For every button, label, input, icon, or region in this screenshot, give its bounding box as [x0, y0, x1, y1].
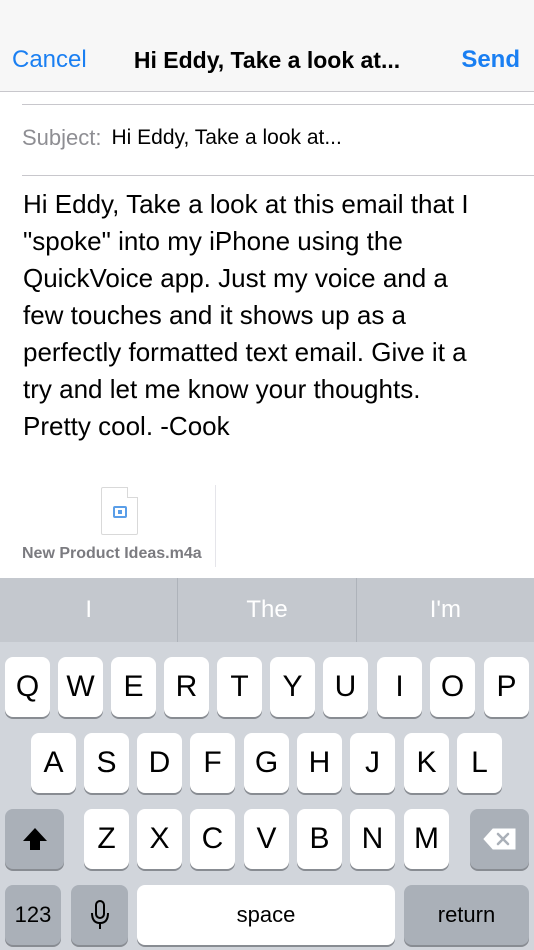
key-q[interactable]: Q [5, 657, 50, 717]
shift-arrow-icon [22, 828, 47, 850]
backspace-icon [482, 828, 515, 850]
navigation-bar: Cancel Hi Eddy, Take a look at... Send [0, 0, 534, 92]
subject-field[interactable]: Subject: Hi Eddy, Take a look at... [22, 122, 342, 154]
key-m[interactable]: M [404, 809, 449, 869]
divider [22, 175, 534, 176]
prediction-bar: I The I'm [0, 578, 534, 642]
key-d[interactable]: D [137, 733, 182, 793]
body-line: try and let me know your thoughts. [23, 374, 421, 404]
key-z[interactable]: Z [84, 809, 129, 869]
attachment[interactable]: New Product Ideas.m4a [22, 485, 216, 567]
key-c[interactable]: C [190, 809, 235, 869]
body-line: "spoke" into my iPhone using the [23, 226, 403, 256]
body-line: QuickVoice app. Just my voice and a [23, 263, 448, 293]
divider [22, 104, 534, 105]
key-u[interactable]: U [323, 657, 368, 717]
key-b[interactable]: B [297, 809, 342, 869]
keyboard: I The I'm Q W E R T Y U I O P A S D F G … [0, 578, 534, 950]
key-v[interactable]: V [244, 809, 289, 869]
key-o[interactable]: O [430, 657, 475, 717]
attachment-name: New Product Ideas.m4a [22, 545, 202, 562]
key-i[interactable]: I [377, 657, 422, 717]
key-x[interactable]: X [137, 809, 182, 869]
key-y[interactable]: Y [270, 657, 315, 717]
shift-key[interactable] [5, 809, 64, 869]
prediction-item[interactable]: I [0, 578, 179, 642]
key-g[interactable]: G [244, 733, 289, 793]
prediction-item[interactable]: The [178, 578, 357, 642]
subject-value[interactable]: Hi Eddy, Take a look at... [112, 126, 342, 150]
space-key[interactable]: space [137, 885, 395, 945]
key-r[interactable]: R [164, 657, 209, 717]
key-l[interactable]: L [457, 733, 502, 793]
key-h[interactable]: H [297, 733, 342, 793]
key-e[interactable]: E [111, 657, 156, 717]
key-s[interactable]: S [84, 733, 129, 793]
body-line: few touches and it shows up as a [23, 300, 407, 330]
dictation-key[interactable] [71, 885, 128, 945]
key-w[interactable]: W [58, 657, 103, 717]
key-k[interactable]: K [404, 733, 449, 793]
compose-title: Hi Eddy, Take a look at... [133, 47, 401, 73]
send-button[interactable]: Send [461, 45, 520, 75]
cancel-button[interactable]: Cancel [12, 45, 87, 75]
subject-label: Subject: [22, 125, 102, 150]
body-line: Pretty cool. -Cook [23, 411, 230, 441]
return-key[interactable]: return [404, 885, 529, 945]
microphone-icon [90, 900, 109, 929]
key-a[interactable]: A [31, 733, 76, 793]
key-j[interactable]: J [350, 733, 395, 793]
key-p[interactable]: P [484, 657, 529, 717]
message-body[interactable]: Hi Eddy, Take a look at this email that … [23, 186, 513, 445]
delete-key[interactable] [470, 809, 529, 869]
body-line: perfectly formatted text email. Give it … [23, 337, 467, 367]
key-f[interactable]: F [190, 733, 235, 793]
numbers-key[interactable]: 123 [5, 885, 61, 945]
prediction-item[interactable]: I'm [357, 578, 534, 642]
key-n[interactable]: N [350, 809, 395, 869]
key-t[interactable]: T [217, 657, 262, 717]
body-line: Hi Eddy, Take a look at this email that … [23, 189, 469, 219]
audio-file-icon [101, 487, 138, 535]
